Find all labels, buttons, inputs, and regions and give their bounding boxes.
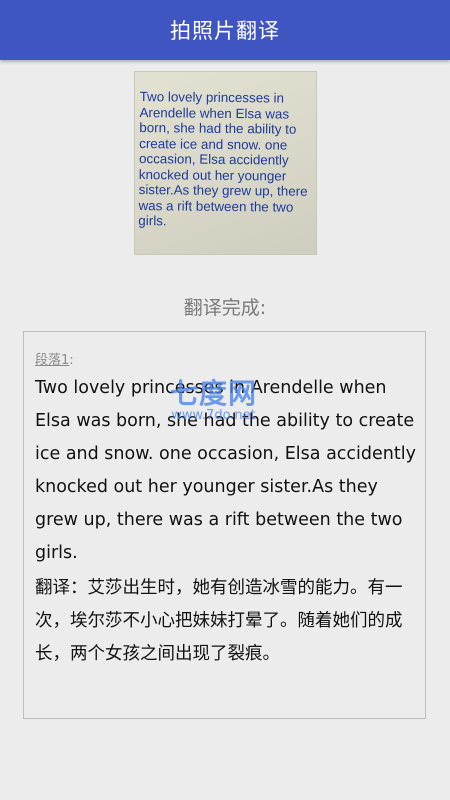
result-body: Two lovely princesses in Arendelle when …	[35, 372, 419, 671]
translated-text: 翻译：艾莎出生时，她有创造冰雪的能力。有一次，埃尔莎不小心把妹妹打晕了。随着她们…	[35, 578, 403, 664]
paragraph-label: 段落1:	[35, 349, 74, 368]
original-text: Two lovely princesses in Arendelle when …	[35, 378, 416, 563]
captured-photo[interactable]: Two lovely princesses in Arendelle when …	[134, 71, 317, 255]
photo-text: Two lovely princesses in Arendelle when …	[138, 89, 308, 229]
app-title: 拍照片翻译	[170, 19, 280, 43]
paragraph-label-text: 段落1	[35, 353, 70, 368]
paragraph-label-colon: :	[69, 353, 74, 368]
translation-status: 翻译完成:	[183, 297, 267, 319]
app-bar: 拍照片翻译	[0, 0, 450, 60]
result-card: 段落1: Two lovely princesses in Arendelle …	[23, 331, 426, 719]
